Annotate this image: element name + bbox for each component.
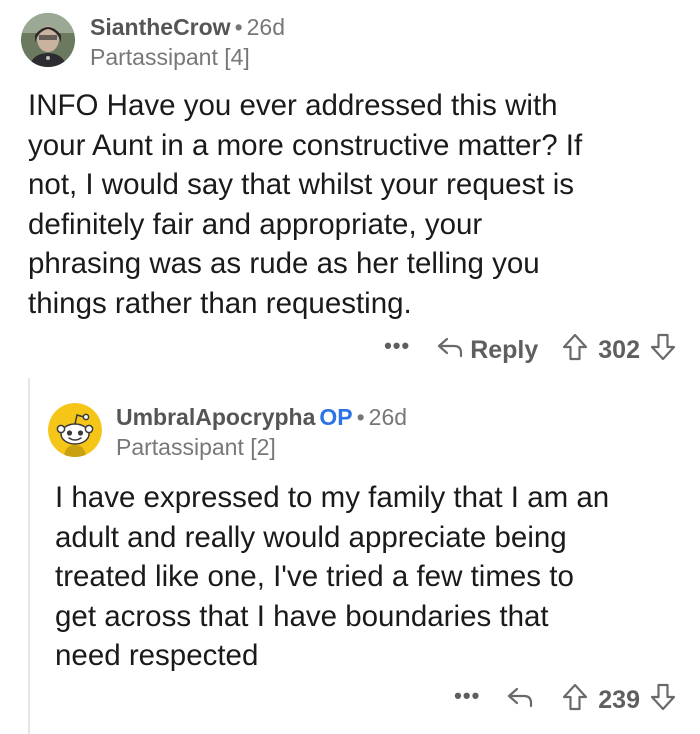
more-options-button[interactable]: •••: [454, 683, 480, 709]
separator: •: [356, 404, 365, 430]
comment-age: 26d: [368, 404, 408, 430]
comment-body-line: I have expressed to my family that I am …: [55, 481, 610, 514]
comment-age: 26d: [246, 14, 286, 40]
reply-button[interactable]: [506, 685, 540, 716]
snoo-avatar-icon[interactable]: [48, 403, 102, 457]
reply-arrow-icon: [506, 685, 540, 716]
reply-arrow-icon: [436, 335, 470, 366]
comment-body: INFO Have you ever addressed this with y…: [28, 86, 582, 323]
comment-body-line: INFO Have you ever addressed this with: [28, 89, 558, 122]
username[interactable]: SiantheCrow: [90, 14, 231, 40]
reply-button[interactable]: Reply: [436, 335, 538, 366]
comment-body-line: get across that I have boundaries that: [55, 599, 549, 633]
op-badge: OP: [319, 404, 353, 430]
comment-siantheCrow: SiantheCrow • 26d Partassipant [4] INFO Ha…: [0, 0, 700, 380]
comment-body-line: adult and really would appreciate being: [55, 520, 567, 554]
more-options-button[interactable]: •••: [384, 333, 410, 359]
downvote-arrow-icon[interactable]: [650, 333, 676, 368]
vote-score: 302: [598, 335, 640, 364]
comment-umbralapocrypha: UmbralApocrypha OP • 26d Partassipant [2] I…: [0, 380, 700, 734]
separator: •: [234, 14, 243, 40]
upvote-arrow-icon[interactable]: [562, 683, 588, 718]
user-flair: Partassipant [2]: [116, 434, 276, 460]
comment-meta: UmbralApocrypha OP • 26d Partassipant [2]: [116, 402, 407, 462]
comment-body-line: definitely fair and appropriate, your: [28, 207, 483, 241]
downvote-arrow-icon[interactable]: [650, 683, 676, 718]
vote-score: 239: [598, 685, 640, 714]
username[interactable]: UmbralApocrypha: [116, 404, 315, 430]
comment-body-line: not, I would say that whilst your reques…: [28, 168, 575, 201]
user-flair: Partassipant [4]: [90, 44, 250, 70]
comment-body-line: things rather than requesting.: [28, 286, 412, 320]
reply-label: Reply: [470, 335, 539, 364]
comment-body-line: need respected: [55, 639, 259, 672]
user-avatar[interactable]: [21, 13, 75, 67]
comment-body: I have expressed to my family that I am …: [55, 478, 609, 676]
comment-body-line: your Aunt in a more constructive matter?…: [28, 128, 583, 162]
comment-meta: SiantheCrow • 26d Partassipant [4]: [90, 12, 285, 72]
comment-body-line: treated like one, I've tried a few times…: [55, 560, 574, 593]
comment-actions: ••• Reply 302: [384, 333, 676, 367]
comment-body-line: phrasing was as rude as her telling you: [28, 247, 540, 280]
vote-controls: 239: [562, 683, 676, 718]
vote-controls: 302: [562, 333, 676, 368]
upvote-arrow-icon[interactable]: [562, 333, 588, 368]
comment-actions: ••• 239: [454, 683, 676, 717]
